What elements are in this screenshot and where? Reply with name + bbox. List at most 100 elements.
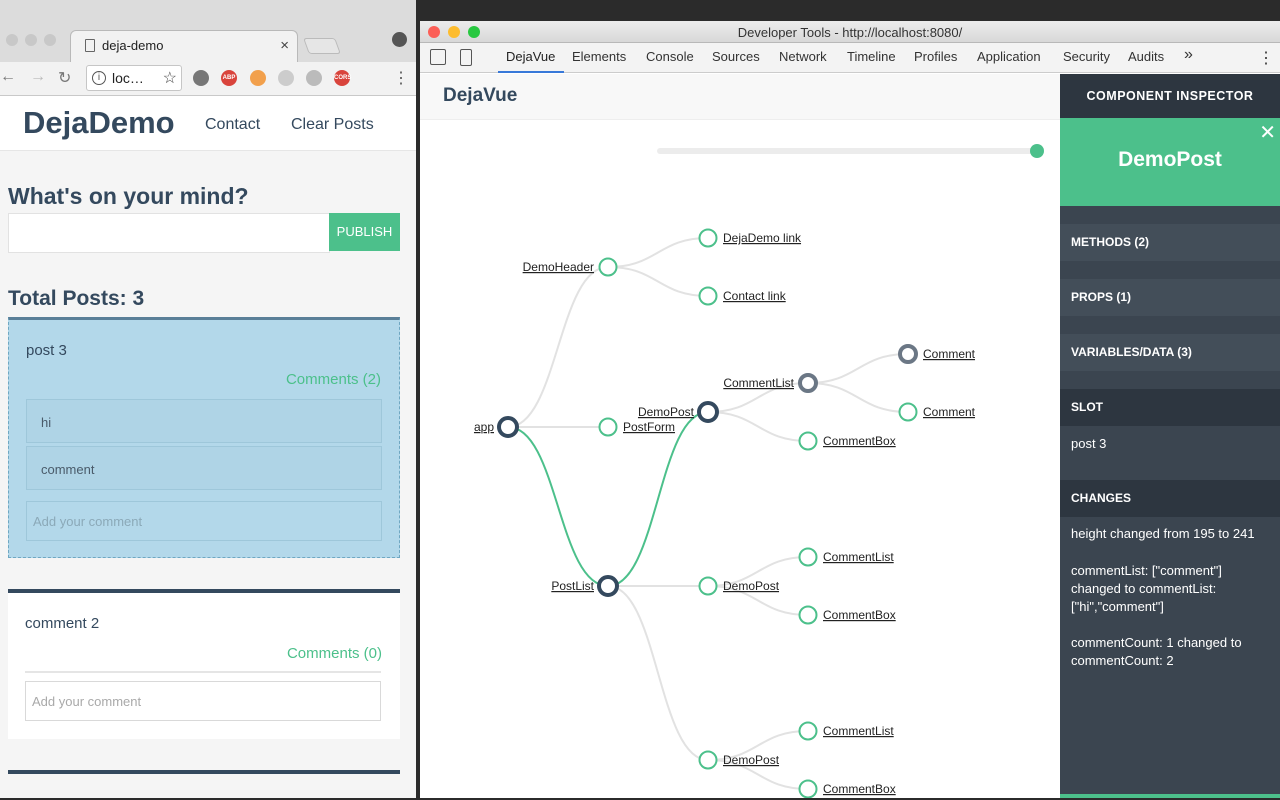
nav-contact-link[interactable]: Contact bbox=[205, 116, 260, 134]
devtools-tab-elements[interactable]: Elements bbox=[572, 49, 626, 64]
tree-node-comment2[interactable] bbox=[898, 402, 918, 422]
tree-node-label[interactable]: DemoPost bbox=[723, 753, 780, 767]
tree-link bbox=[607, 585, 709, 761]
devtools-tab-timeline[interactable]: Timeline bbox=[847, 49, 896, 64]
browser-window: deja-demo × ← → ↻ i loc… ☆ ABP CORS ⋮ Dej… bbox=[0, 0, 416, 798]
browser-tab[interactable]: deja-demo × bbox=[70, 30, 298, 62]
comments-toggle-link[interactable]: Comments (0) bbox=[287, 645, 382, 662]
methods-section-header[interactable]: METHODS (2) bbox=[1060, 224, 1280, 261]
info-icon[interactable]: i bbox=[92, 71, 106, 85]
tree-node-post1[interactable] bbox=[697, 401, 719, 423]
comment-item: comment bbox=[26, 446, 382, 490]
tree-node-cbox2[interactable] bbox=[798, 605, 818, 625]
devtools-window-title: Developer Tools - http://localhost:8080/ bbox=[737, 25, 963, 40]
tree-node-cbox3[interactable] bbox=[798, 779, 818, 798]
device-toolbar-icon[interactable] bbox=[460, 49, 472, 66]
address-bar[interactable]: i loc… ☆ bbox=[86, 65, 182, 91]
change-entry: commentList: ["comment"] changed to comm… bbox=[1071, 563, 1222, 614]
tree-node-label[interactable]: Comment bbox=[923, 405, 976, 419]
variables-section-header[interactable]: VARIABLES/DATA (3) bbox=[1060, 334, 1280, 371]
forward-icon[interactable]: → bbox=[30, 68, 46, 86]
devtools-tab-network[interactable]: Network bbox=[779, 49, 827, 64]
comments-toggle-link[interactable]: Comments (2) bbox=[286, 371, 381, 388]
tree-node-comment1[interactable] bbox=[898, 344, 918, 364]
tab-close-icon[interactable]: × bbox=[280, 37, 289, 54]
tree-node-cbox1[interactable] bbox=[798, 431, 818, 451]
tree-node-label[interactable]: DemoPost bbox=[638, 405, 695, 419]
tree-node-post3[interactable] bbox=[698, 750, 718, 770]
tree-node-label[interactable]: DemoPost bbox=[723, 579, 780, 593]
devtools-tab-console[interactable]: Console bbox=[646, 49, 694, 64]
address-url: loc… bbox=[112, 70, 144, 86]
comment-item: hi bbox=[26, 399, 382, 443]
bookmark-star-icon[interactable]: ☆ bbox=[163, 68, 177, 88]
tree-node-label[interactable]: CommentBox bbox=[823, 608, 896, 622]
back-icon[interactable]: ← bbox=[0, 68, 16, 86]
tree-node-clist3[interactable] bbox=[798, 721, 818, 741]
abp-extension-icon[interactable]: ABP bbox=[221, 70, 237, 86]
tree-node-label[interactable]: Contact link bbox=[723, 289, 787, 303]
cast-extension-icon[interactable] bbox=[193, 70, 209, 86]
tree-node-label[interactable]: app bbox=[474, 420, 494, 434]
devtools-tab-dejavue[interactable]: DejaVue bbox=[506, 49, 555, 64]
devtools-tab-audits[interactable]: Audits bbox=[1128, 49, 1164, 64]
tree-link bbox=[607, 237, 709, 268]
comment-input[interactable]: Add your comment bbox=[26, 501, 382, 541]
devtools-menu-icon[interactable]: ⋮ bbox=[1258, 48, 1274, 68]
post-card[interactable]: comment 2 Comments (0) Add your comment bbox=[8, 589, 400, 739]
tree-node-link2[interactable] bbox=[698, 286, 718, 306]
browser-menu-icon[interactable]: ⋮ bbox=[393, 68, 409, 88]
props-section-header[interactable]: PROPS (1) bbox=[1060, 279, 1280, 316]
tree-node-label[interactable]: CommentBox bbox=[823, 782, 896, 796]
tree-node-label[interactable]: CommentList bbox=[823, 550, 894, 564]
window-close-button[interactable] bbox=[6, 34, 18, 46]
tree-node-postlist[interactable] bbox=[597, 575, 619, 597]
gear-extension-icon[interactable] bbox=[278, 70, 294, 86]
tree-node-label[interactable]: PostForm bbox=[623, 420, 675, 434]
code-extension-icon[interactable] bbox=[306, 70, 322, 86]
tree-node-post2[interactable] bbox=[698, 576, 718, 596]
devtools-tab-profiles[interactable]: Profiles bbox=[914, 49, 957, 64]
tree-node-demoheader[interactable] bbox=[598, 257, 618, 277]
inspect-element-icon[interactable] bbox=[430, 49, 446, 65]
inspector-heading: COMPONENT INSPECTOR bbox=[1060, 74, 1280, 118]
window-zoom-button[interactable] bbox=[44, 34, 56, 46]
tree-node-label[interactable]: CommentList bbox=[723, 376, 794, 390]
tree-node-app[interactable] bbox=[497, 416, 519, 438]
reload-icon[interactable]: ↻ bbox=[58, 68, 71, 88]
change-entry: height changed from 195 to 241 bbox=[1071, 526, 1255, 541]
tree-node-postform[interactable] bbox=[598, 417, 618, 437]
tree-node-label[interactable]: CommentBox bbox=[823, 434, 896, 448]
new-tab-button[interactable] bbox=[303, 38, 341, 54]
tree-node-link1[interactable] bbox=[698, 228, 718, 248]
devtools-tab-security[interactable]: Security bbox=[1063, 49, 1110, 64]
tree-node-label[interactable]: Comment bbox=[923, 347, 976, 361]
post-input[interactable] bbox=[8, 213, 330, 253]
cors-extension-icon[interactable]: CORS bbox=[334, 70, 351, 86]
tree-node-label[interactable]: DejaDemo link bbox=[723, 231, 802, 245]
pencil-extension-icon[interactable] bbox=[250, 70, 266, 86]
tree-node-label[interactable]: DemoHeader bbox=[523, 260, 594, 274]
tab-title: deja-demo bbox=[102, 38, 164, 53]
more-tabs-icon[interactable]: » bbox=[1184, 46, 1193, 64]
tree-link bbox=[607, 411, 709, 587]
post-card-border bbox=[8, 770, 400, 774]
profile-icon[interactable] bbox=[392, 32, 407, 47]
publish-button[interactable]: PUBLISH bbox=[329, 213, 400, 251]
close-icon[interactable]: ✕ bbox=[1259, 120, 1276, 145]
devtools-tab-application[interactable]: Application bbox=[977, 49, 1041, 64]
devtools-tab-sources[interactable]: Sources bbox=[712, 49, 760, 64]
tree-node-label[interactable]: PostList bbox=[551, 579, 594, 593]
window-minimize-button[interactable] bbox=[25, 34, 37, 46]
tree-node-label[interactable]: CommentList bbox=[823, 724, 894, 738]
site-brand[interactable]: DejaDemo bbox=[23, 105, 175, 141]
post-card-selected[interactable]: post 3 Comments (2) hi comment Add your … bbox=[8, 317, 400, 558]
comment-input[interactable]: Add your comment bbox=[25, 681, 381, 721]
prompt-heading: What's on your mind? bbox=[8, 183, 249, 209]
component-tree: app DemoHeader PostForm PostList DejaDemo li… bbox=[474, 228, 976, 798]
tree-link bbox=[607, 266, 709, 297]
nav-clear-posts-link[interactable]: Clear Posts bbox=[291, 116, 374, 134]
devtools-window: Developer Tools - http://localhost:8080/… bbox=[420, 21, 1280, 798]
tree-node-clist2[interactable] bbox=[798, 547, 818, 567]
tree-node-clist1[interactable] bbox=[798, 373, 818, 393]
